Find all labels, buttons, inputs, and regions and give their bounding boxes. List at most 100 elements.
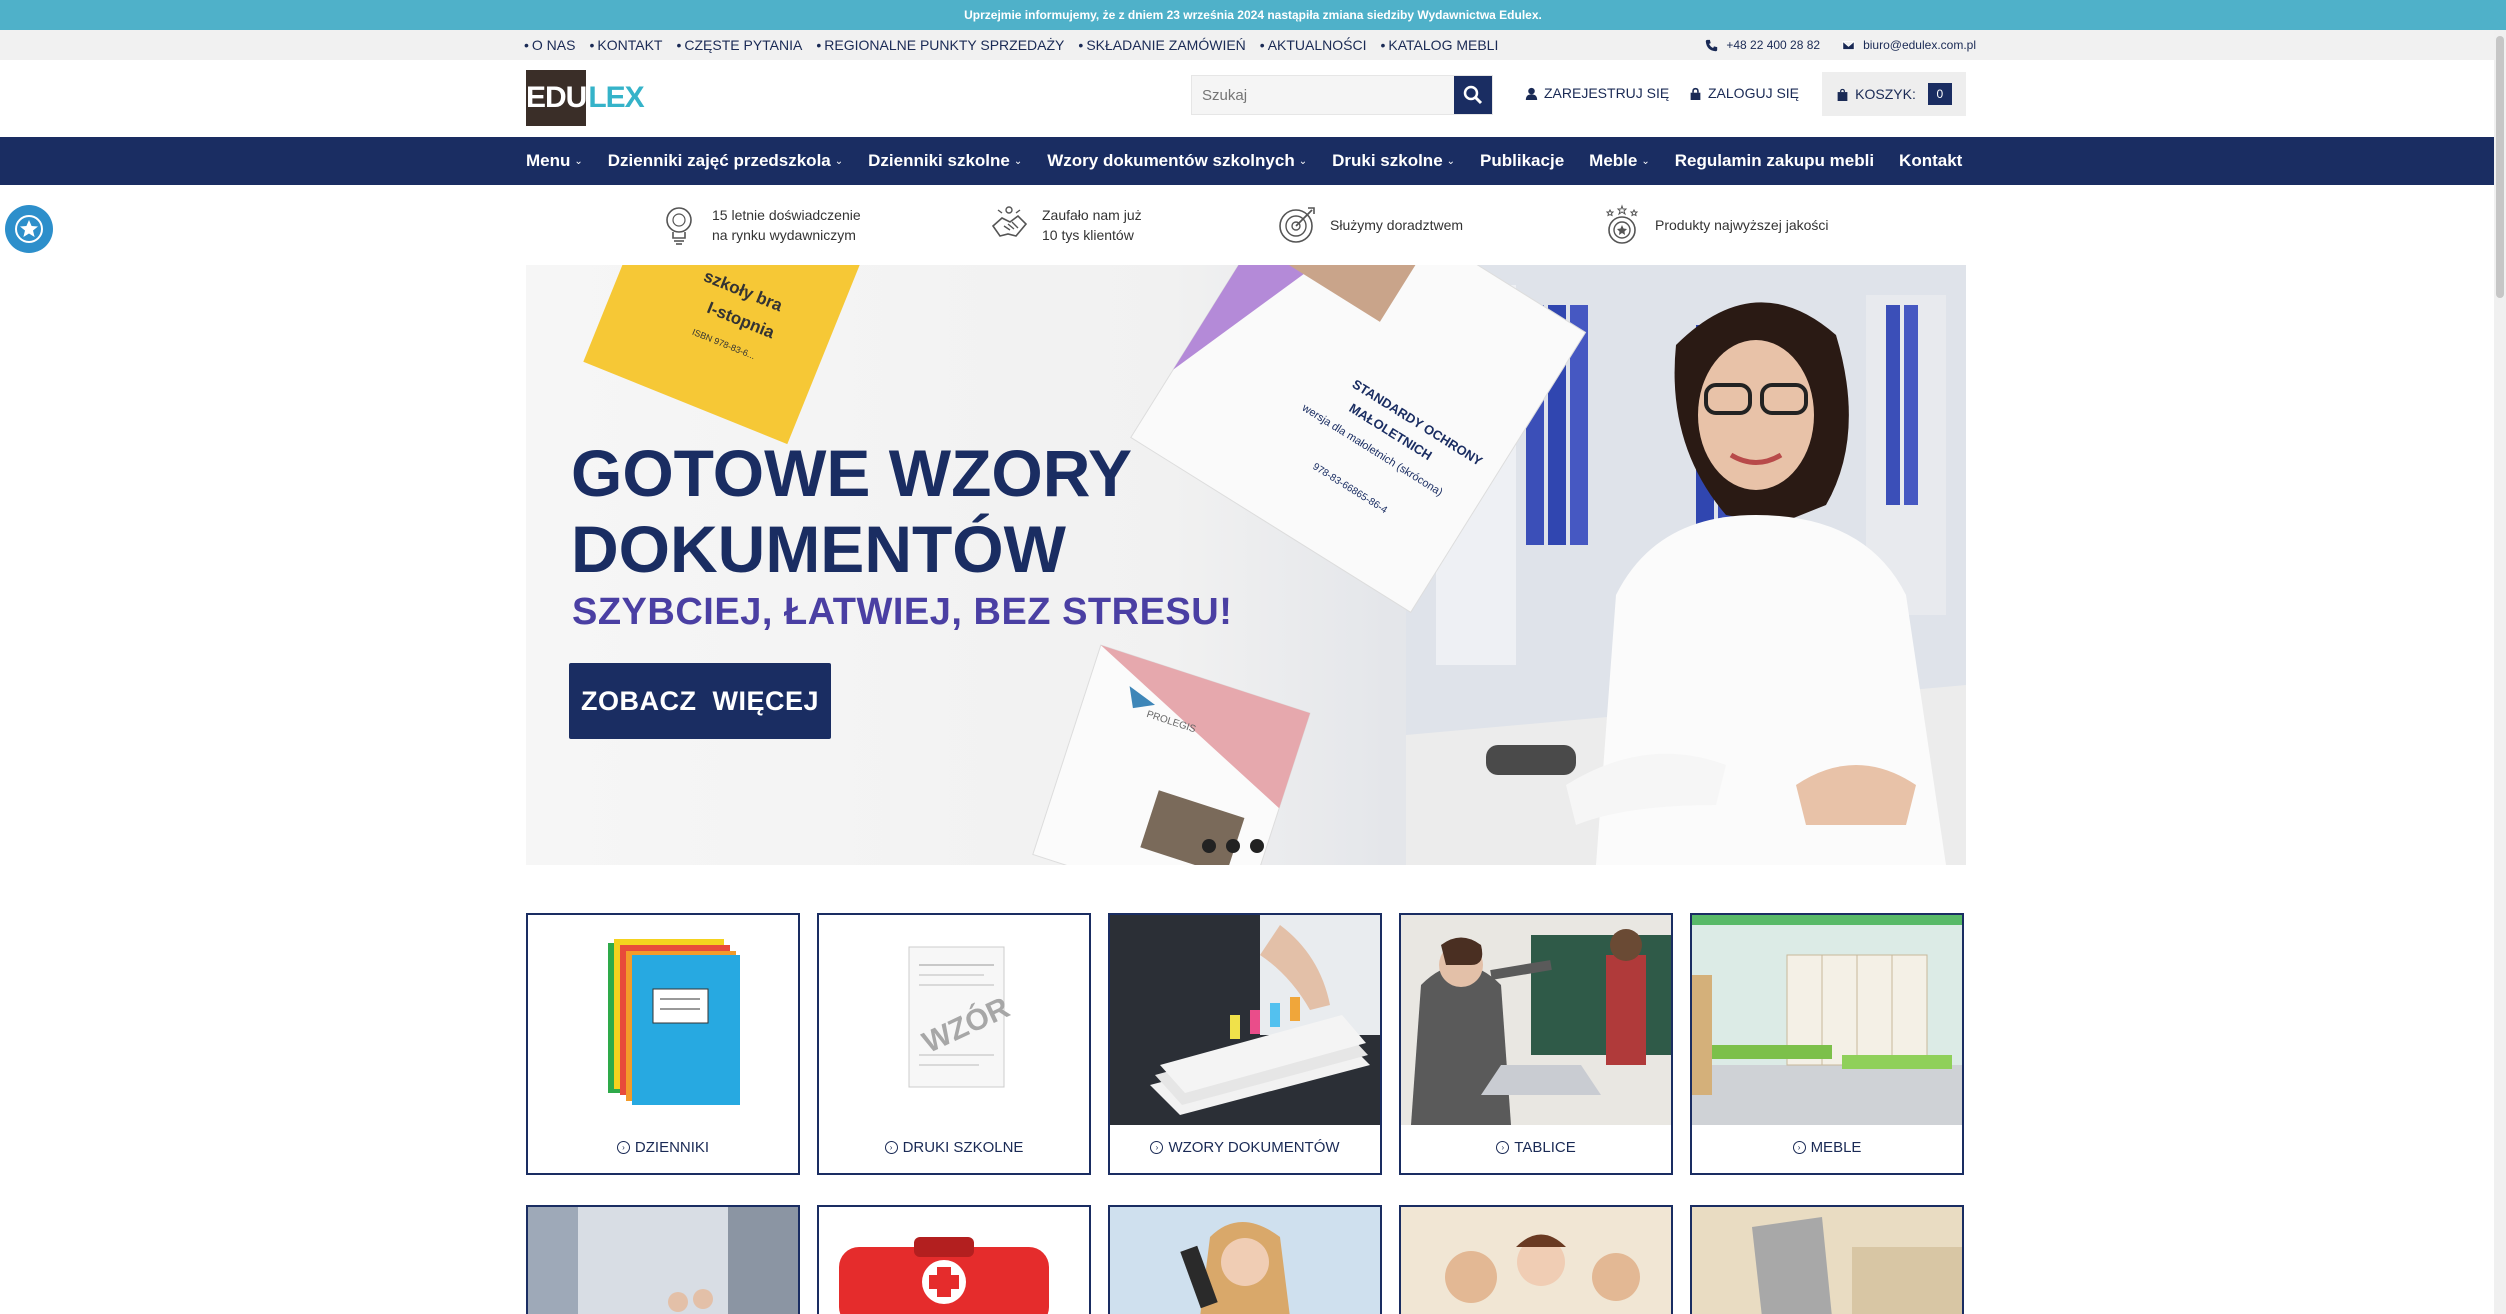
cart-button[interactable]: KOSZYK: 0 (1822, 72, 1966, 116)
feature-experience: 15 letnie doświadczenie na rynku wydawnic… (660, 200, 861, 250)
category-label-text: WZORY DOKUMENTÓW (1168, 1139, 1340, 1156)
category-image-first-aid (819, 1207, 1089, 1314)
category-label: › DRUKI SZKOLNE (819, 1139, 1089, 1156)
top-link-about[interactable]: O NAS (524, 37, 576, 53)
category-card-row2-2[interactable] (817, 1205, 1091, 1314)
feature-clients: Zaufało nam już 10 tys klientów (990, 200, 1142, 250)
top-link-contact[interactable]: KONTAKT (589, 37, 662, 53)
target-icon (1279, 207, 1315, 243)
top-link-ordering[interactable]: SKŁADANIE ZAMÓWIEŃ (1078, 37, 1245, 53)
feature-quality: Produkty najwyższej jakości (1603, 200, 1829, 250)
nav-item-menu[interactable]: Menu ⌄ (526, 151, 583, 171)
category-image-microscope (1110, 1207, 1380, 1314)
site-logo[interactable]: EDU LEX (526, 70, 645, 126)
nav-item-druki-szkolne[interactable]: Druki szkolne ⌄ (1332, 151, 1455, 171)
quality-badge-icon (1605, 204, 1639, 244)
scrollbar-thumb[interactable] (2496, 36, 2504, 298)
hero-title-line2: DOKUMENTÓW (571, 512, 1066, 586)
top-links-bar: O NAS KONTAKT CZĘSTE PYTANIA REGIONALNE … (0, 30, 2494, 60)
category-card-dzienniki[interactable]: › DZIENNIKI (526, 913, 800, 1175)
logo-lex-part: LEX (588, 81, 644, 114)
category-card-row2-3[interactable] (1108, 1205, 1382, 1314)
category-image-students (1401, 1207, 1671, 1314)
slider-dots (1202, 839, 1264, 853)
nav-item-label: Publikacje (1480, 151, 1565, 170)
chevron-down-icon: ⌄ (1641, 155, 1650, 167)
lightbulb-icon (666, 207, 692, 245)
search-button[interactable] (1454, 76, 1492, 114)
nav-item-meble[interactable]: Meble ⌄ (1589, 151, 1650, 171)
top-link-news[interactable]: AKTUALNOŚCI (1260, 37, 1367, 53)
category-card-wzory[interactable]: › WZORY DOKUMENTÓW (1108, 913, 1382, 1175)
category-label-text: DZIENNIKI (634, 1139, 710, 1156)
category-card-row2-4[interactable] (1399, 1205, 1673, 1314)
feature-3-line1: Służymy doradztwem (1330, 217, 1464, 233)
register-link[interactable]: ZAREJESTRUJ SIĘ (1525, 85, 1669, 101)
category-image-classroom (1401, 915, 1671, 1125)
chevron-down-icon: ⌄ (1446, 155, 1456, 167)
category-label: › WZORY DOKUMENTÓW (1110, 1139, 1380, 1156)
announcement-bar: Uprzejmie informujemy, że z dniem 23 wrz… (0, 0, 2506, 30)
nav-item-wzory-dokumentów-szkolnych[interactable]: Wzory dokumentów szkolnych ⌄ (1047, 151, 1307, 171)
top-contact: +48 22 400 28 82 biuro@edulex.com.pl (1705, 30, 1976, 60)
nav-item-label: Dzienniki szkolne (868, 151, 1010, 170)
slider-dot-3[interactable] (1250, 839, 1264, 853)
feature-advice: Służymy doradztwem (1278, 200, 1463, 250)
category-card-druki[interactable]: WZÓR › DRUKI SZKOLNE (817, 913, 1091, 1175)
nav-item-label: Kontakt (1899, 151, 1963, 170)
login-label: ZALOGUJ SIĘ (1708, 85, 1800, 101)
search-box (1191, 75, 1493, 115)
cart-count-badge: 0 (1927, 83, 1952, 105)
category-image-documents (1110, 915, 1380, 1125)
email-contact[interactable]: biuro@edulex.com.pl (1842, 38, 1976, 52)
top-link-sales-points[interactable]: REGIONALNE PUNKTY SPRZEDAŻY (816, 37, 1064, 53)
nav-item-publikacje[interactable]: Publikacje (1480, 151, 1564, 171)
chevron-down-icon: ⌄ (1013, 155, 1023, 167)
logo-edu-part: EDU (526, 70, 587, 126)
hero-title: GOTOWE WZORY DOKUMENTÓW (571, 435, 1291, 587)
nav-item-label: Menu (526, 151, 571, 170)
category-label: › TABLICE (1401, 1139, 1671, 1156)
login-link[interactable]: ZALOGUJ SIĘ (1689, 85, 1799, 101)
nav-item-dzienniki-szkolne[interactable]: Dzienniki szkolne ⌄ (868, 151, 1022, 171)
reviews-widget-button[interactable] (5, 205, 53, 253)
slider-dot-1[interactable] (1202, 839, 1216, 853)
chevron-down-icon: ⌄ (834, 155, 844, 167)
top-link-faq[interactable]: CZĘSTE PYTANIA (676, 37, 802, 53)
category-label-text: MEBLE (1810, 1139, 1862, 1156)
category-image-furniture (1692, 915, 1962, 1125)
category-card-row2-5[interactable] (1690, 1205, 1964, 1314)
main-nav-items: Menu ⌄ Dzienniki zajęć przedszkola ⌄ Dzienni… (526, 137, 1962, 185)
phone-contact[interactable]: +48 22 400 28 82 (1705, 38, 1820, 52)
hero-subtitle: SZYBCIEJ, ŁATWIEJ, BEZ STRESU! (572, 591, 1233, 633)
search-icon (1463, 85, 1483, 105)
chevron-down-icon: ⌄ (574, 155, 583, 167)
star-icon (15, 215, 43, 243)
circle-arrow-icon: › (616, 1141, 630, 1154)
category-card-meble[interactable]: › MEBLE (1690, 913, 1964, 1175)
category-label-text: DRUKI SZKOLNE (902, 1139, 1024, 1156)
hero-title-line1: GOTOWE WZORY (571, 436, 1132, 510)
nav-item-regulamin-zakupu-mebli[interactable]: Regulamin zakupu mebli (1675, 151, 1874, 171)
feature-1-line2: na rynku wydawniczym (712, 227, 856, 243)
circle-arrow-icon: › (1150, 1141, 1164, 1154)
category-label-text: TABLICE (1514, 1139, 1576, 1156)
nav-item-kontakt[interactable]: Kontakt (1899, 151, 1962, 171)
top-link-furniture-catalog[interactable]: KATALOG MEBLI (1381, 37, 1498, 53)
nav-item-label: Regulamin zakupu mebli (1674, 151, 1875, 170)
phone-icon (1706, 39, 1718, 51)
shopping-bag-icon (1837, 88, 1848, 101)
category-image-corridor (528, 1207, 798, 1314)
category-label: › DZIENNIKI (528, 1139, 798, 1156)
hero-cta-button[interactable]: ZOBACZ WIĘCEJ (569, 663, 831, 739)
nav-item-dzienniki-zajęć-przedszkola[interactable]: Dzienniki zajęć przedszkola ⌄ (608, 151, 843, 171)
main-nav: Menu ⌄ Dzienniki zajęć przedszkola ⌄ Dzienni… (0, 137, 2494, 185)
nav-item-label: Meble (1589, 151, 1638, 170)
category-card-tablice[interactable]: › TABLICE (1399, 913, 1673, 1175)
user-icon (1525, 87, 1538, 100)
chevron-down-icon: ⌄ (1298, 155, 1308, 167)
slider-dot-2[interactable] (1226, 839, 1240, 853)
search-input[interactable] (1192, 76, 1454, 114)
category-card-row2-1[interactable] (526, 1205, 800, 1314)
category-image-form: WZÓR (819, 915, 1089, 1125)
